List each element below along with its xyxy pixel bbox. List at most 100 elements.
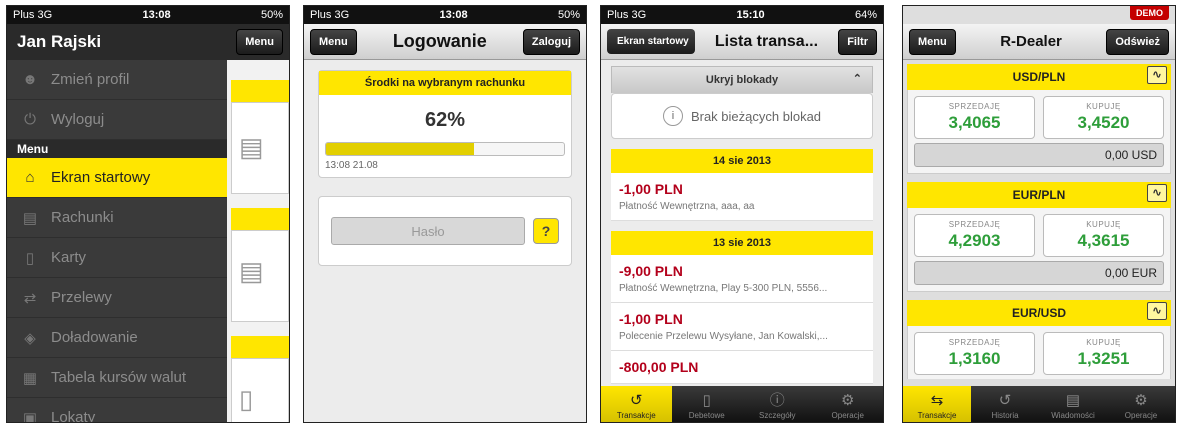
menu-item-label: Przelewy (51, 289, 112, 306)
menu-item-cards[interactable]: ▯ Karty (7, 238, 227, 278)
currency-panel-usd-pln: USD/PLN ∿ SPRZEDAJĘ 3,4065 KUPUJĘ 3,4520 0… (907, 64, 1171, 174)
no-blocks-panel: i Brak bieżących blokad (611, 93, 873, 139)
refresh-button[interactable]: Odśwież (1106, 28, 1169, 55)
carrier-label: Plus 3G (310, 9, 350, 21)
battery-indicator: 50% (260, 9, 283, 21)
status-bar: Plus 3G 15:10 64% (601, 6, 883, 24)
buy-rate-value: 3,4520 (1077, 113, 1130, 132)
clock: 13:08 (439, 9, 468, 21)
tab-operations[interactable]: ⚙ Operacje (1107, 386, 1175, 422)
transaction-amount: -9,00 PLN (619, 263, 683, 279)
menu-button[interactable]: Menu (236, 29, 283, 55)
menu-button[interactable]: Menu (909, 28, 956, 55)
menu-item-deposits[interactable]: ▣ Lokaty (7, 398, 227, 423)
transaction-row[interactable]: -1,00 PLN Płatność Wewnętrzna, aaa, aa (611, 173, 873, 221)
status-bar: Plus 3G 13:08 50% (7, 6, 289, 24)
clock: 13:08 (142, 9, 171, 21)
sell-rate-button[interactable]: SPRZEDAJĘ 3,4065 (914, 96, 1035, 139)
amount-field[interactable]: 0,00 EUR (914, 261, 1164, 285)
help-button[interactable]: ? (533, 218, 559, 244)
tab-operations[interactable]: ⚙ Operacje (813, 386, 884, 422)
demo-badge: DEMO (1130, 6, 1169, 20)
login-button[interactable]: Zaloguj (522, 28, 580, 55)
battery-indicator: 50% (557, 9, 580, 21)
sell-rate-value: 3,4065 (948, 113, 1001, 132)
menu-item-topup[interactable]: ◈ Doładowanie (7, 318, 227, 358)
menu-item-label: Tabela kursów walut (51, 369, 187, 386)
transaction-row[interactable]: -800,00 PLN (611, 351, 873, 384)
tab-bar: ⇆ Transakcje ↺ Historia ▤ Wiadomości ⚙ Opera… (903, 386, 1175, 422)
sell-rate-value: 1,3160 (948, 349, 1001, 368)
menu-button[interactable]: Menu (310, 28, 357, 55)
document-icon: ▤ (22, 209, 38, 227)
chart-icon[interactable]: ∿ (1147, 184, 1167, 202)
transaction-description: Płatność Wewnętrzna, Play 5-300 PLN, 555… (619, 283, 828, 294)
menu-item-label: Wyloguj (51, 111, 105, 128)
transfer-icon: ⇄ (23, 289, 37, 307)
card-icon: ▯ (239, 384, 254, 414)
buy-rate-button[interactable]: KUPUJĘ 3,4520 (1043, 96, 1164, 139)
carrier-label: Plus 3G (13, 9, 53, 21)
navigation-bar: Menu Logowanie Zaloguj (304, 24, 586, 60)
menu-item-change-profile[interactable]: ☻ Zmień profil (7, 60, 227, 100)
page-title: Lista transa... (714, 32, 819, 50)
deposit-icon: ▣ (22, 409, 38, 423)
card-icon: ▯ (702, 392, 711, 409)
password-card: Hasło ? (318, 196, 572, 266)
hide-blocks-label: Ukryj blokady (705, 74, 779, 86)
currency-pair-header: USD/PLN ∿ (907, 64, 1171, 90)
content-peek[interactable]: ▤ ▤ ▯ (227, 60, 289, 422)
amount-field[interactable]: 0,00 USD (914, 143, 1164, 167)
tab-debit[interactable]: ▯ Debetowe (672, 386, 743, 422)
tab-transactions[interactable]: ↺ Transakcje (601, 386, 672, 422)
buy-rate-button[interactable]: KUPUJĘ 4,3615 (1043, 214, 1164, 257)
tab-details[interactable]: ⓘ Szczegóły (742, 386, 813, 422)
transaction-amount: -800,00 PLN (619, 359, 699, 375)
sell-rate-button[interactable]: SPRZEDAJĘ 4,2903 (914, 214, 1035, 257)
transaction-description: Polecenie Przelewu Wysyłane, Jan Kowalsk… (619, 331, 828, 342)
currency-pair-header: EUR/USD ∿ (907, 300, 1171, 326)
menu-item-exchange-rates[interactable]: ▦ Tabela kursów walut (7, 358, 227, 398)
funds-card: Środki na wybranym rachunku 62% 13:08 21… (318, 70, 572, 178)
sell-rate-button[interactable]: SPRZEDAJĘ 1,3160 (914, 332, 1035, 375)
transaction-row[interactable]: -9,00 PLN Płatność Wewnętrzna, Play 5-30… (611, 255, 873, 303)
navigation-bar: Menu R-Dealer Odśwież (903, 24, 1175, 60)
back-button[interactable]: Ekran startowy (607, 29, 695, 54)
no-blocks-text: Brak bieżących blokad (690, 108, 822, 124)
password-field[interactable]: Hasło (331, 217, 525, 245)
transaction-amount: -1,00 PLN (619, 181, 683, 197)
login-screen: Plus 3G 13:08 50% Menu Logowanie Zaloguj… (303, 5, 587, 423)
r-dealer-screen: DEMO Menu R-Dealer Odśwież USD/PLN ∿ SPR… (902, 5, 1176, 423)
currency-panel-eur-usd: EUR/USD ∿ SPRZEDAJĘ 1,3160 KUPUJĘ 1,3251 (907, 300, 1171, 379)
tab-transactions[interactable]: ⇆ Transakcje (903, 386, 971, 422)
buy-rate-button[interactable]: KUPUJĘ 1,3251 (1043, 332, 1164, 375)
document-icon: ▤ (239, 256, 264, 286)
history-icon: ↺ (629, 392, 643, 409)
menu-item-label: Karty (51, 249, 87, 266)
tab-bar: ↺ Transakcje ▯ Debetowe ⓘ Szczegóły ⚙ Operac… (601, 386, 883, 422)
tab-history[interactable]: ↺ Historia (971, 386, 1039, 422)
menu-item-transfers[interactable]: ⇄ Przelewy (7, 278, 227, 318)
exchange-icon: ⇆ (930, 392, 944, 409)
home-icon: ⌂ (25, 169, 35, 186)
chart-icon[interactable]: ∿ (1147, 302, 1167, 320)
menu-item-label: Zmień profil (51, 71, 130, 88)
hide-blocks-toggle[interactable]: Ukryj blokady ⌃ (611, 66, 873, 93)
transaction-row[interactable]: -1,00 PLN Polecenie Przelewu Wysyłane, J… (611, 303, 873, 351)
clock: 15:10 (736, 9, 765, 21)
gear-icon: ⚙ (1134, 392, 1148, 409)
menu-section-header: Menu (7, 140, 227, 158)
menu-item-label: Rachunki (51, 209, 114, 226)
filter-button[interactable]: Filtr (838, 28, 877, 55)
menu-item-label: Ekran startowy (51, 169, 151, 186)
menu-item-accounts[interactable]: ▤ Rachunki (7, 198, 227, 238)
peek-header (231, 208, 289, 230)
date-header: 13 sie 2013 (611, 231, 873, 255)
menu-item-logout[interactable]: ⏻ Wyloguj (7, 100, 227, 140)
menu-item-start-screen[interactable]: ⌂ Ekran startowy (7, 158, 227, 198)
date-header: 14 sie 2013 (611, 149, 873, 173)
card-icon: ▯ (25, 249, 35, 267)
menu-item-label: Lokaty (51, 409, 96, 423)
tab-messages[interactable]: ▤ Wiadomości (1039, 386, 1107, 422)
chart-icon[interactable]: ∿ (1147, 66, 1167, 84)
